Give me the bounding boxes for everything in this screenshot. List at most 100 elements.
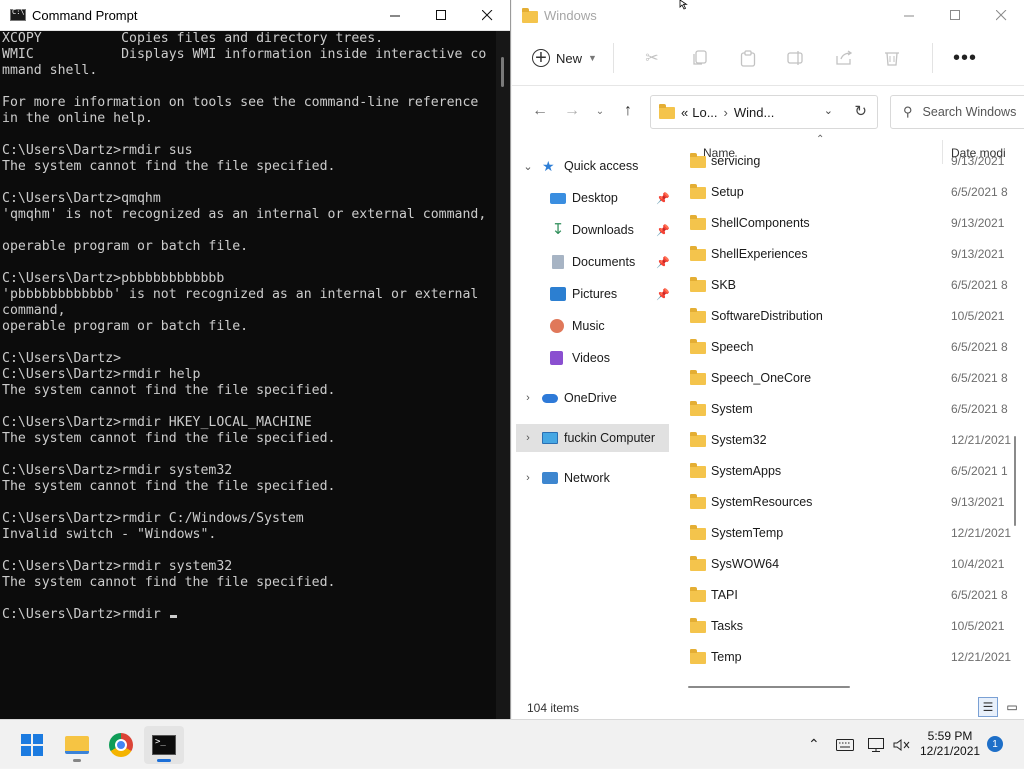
console-line: mmand shell.: [2, 63, 98, 78]
folder-icon: [690, 556, 706, 571]
address-bar[interactable]: « Lo... › Wind... ⌄ ↻: [650, 95, 878, 129]
cloud-icon: [542, 393, 558, 403]
console-line: 'qmqhm' is not recognized as an internal…: [2, 207, 487, 222]
recent-locations-button[interactable]: ⌄: [588, 106, 612, 117]
file-row[interactable]: ShellComponents 9/13/2021: [680, 207, 1024, 238]
taskbar: ⌃ 5:59 PM 12/21/2021 1: [0, 719, 1024, 768]
file-row[interactable]: servicing 9/13/2021: [680, 152, 1024, 176]
nav-item-videos[interactable]: Videos: [550, 344, 670, 372]
pin-icon: 📌: [656, 192, 670, 205]
file-row[interactable]: SoftwareDistribution 10/5/2021: [680, 300, 1024, 331]
cmd-titlebar[interactable]: Command Prompt: [0, 0, 510, 31]
close-icon: [481, 10, 492, 21]
tiles-view-button[interactable]: ▭: [1002, 697, 1022, 717]
file-row[interactable]: SystemTemp 12/21/2021: [680, 517, 1024, 548]
breadcrumb-local-disk[interactable]: Lo...: [692, 105, 717, 120]
console-scrollbar-thumb[interactable]: [501, 57, 504, 87]
file-row[interactable]: TAPI 6/5/2021 8: [680, 579, 1024, 610]
file-row[interactable]: SysWOW64 10/4/2021: [680, 548, 1024, 579]
start-button[interactable]: [12, 726, 52, 764]
music-icon: [550, 319, 564, 333]
horizontal-scrollbar[interactable]: [688, 686, 850, 688]
nav-item-desktop[interactable]: Desktop 📌: [550, 184, 670, 212]
volume-button[interactable]: [893, 720, 911, 769]
explorer-window-title: Windows: [544, 8, 597, 23]
file-row[interactable]: SKB 6/5/2021 8: [680, 269, 1024, 300]
share-button[interactable]: [820, 38, 868, 78]
rename-button[interactable]: [772, 38, 820, 78]
taskbar-command-prompt[interactable]: [144, 726, 184, 764]
notification-badge[interactable]: 1: [987, 736, 1003, 752]
minimize-button[interactable]: [886, 0, 932, 31]
nav-item-music[interactable]: Music: [550, 312, 670, 340]
toolbar-divider: [612, 43, 614, 73]
download-icon: ↧: [551, 221, 565, 238]
details-view-button[interactable]: ☰: [978, 697, 998, 717]
file-row[interactable]: SystemResources 9/13/2021: [680, 486, 1024, 517]
file-date-modified: 6/5/2021 8: [951, 402, 1008, 416]
nav-item-quick-access[interactable]: ⌄ ★ Quick access: [520, 152, 670, 180]
file-row[interactable]: Setup 6/5/2021 8: [680, 176, 1024, 207]
search-input[interactable]: ⚲ Search Windows: [890, 95, 1024, 129]
nav-item-pictures[interactable]: Pictures 📌: [550, 280, 670, 308]
back-button[interactable]: ←: [524, 102, 556, 120]
search-placeholder: Search Windows: [922, 105, 1017, 119]
more-options-button[interactable]: •••: [953, 47, 977, 70]
nav-item-downloads[interactable]: ↧ Downloads 📌: [550, 216, 670, 244]
file-row[interactable]: Tasks 10/5/2021: [680, 610, 1024, 641]
paste-button[interactable]: [724, 38, 772, 78]
new-button[interactable]: + New ▼: [532, 48, 597, 68]
file-date-modified: 10/5/2021: [951, 619, 1005, 633]
forward-button[interactable]: →: [556, 102, 588, 120]
refresh-button[interactable]: ↻: [854, 102, 867, 120]
file-row[interactable]: System32 12/21/2021: [680, 424, 1024, 455]
cut-button[interactable]: ✂: [628, 38, 676, 78]
console-line: command,: [2, 303, 66, 318]
nav-item-onedrive[interactable]: › OneDrive: [520, 384, 670, 412]
nav-item-documents[interactable]: Documents 📌: [550, 248, 670, 276]
maximize-button[interactable]: [418, 0, 464, 31]
up-button[interactable]: ↑: [612, 102, 644, 120]
file-row[interactable]: Speech 6/5/2021 8: [680, 331, 1024, 362]
command-prompt-window[interactable]: Command Prompt XCOPY Copies files and di…: [0, 0, 511, 719]
file-row[interactable]: SystemApps 6/5/2021 1: [680, 455, 1024, 486]
taskbar-chrome[interactable]: [101, 726, 141, 764]
explorer-titlebar[interactable]: Windows: [512, 0, 1024, 31]
delete-button[interactable]: [868, 38, 916, 78]
close-button[interactable]: [978, 0, 1024, 31]
file-row[interactable]: System 6/5/2021 8: [680, 393, 1024, 424]
console-line: C:\Users\Dartz>: [2, 351, 122, 366]
vertical-scrollbar[interactable]: [1014, 436, 1016, 526]
file-date-modified: 10/5/2021: [951, 309, 1005, 323]
folder-icon: [690, 308, 706, 323]
chevron-down-icon: ⌄: [595, 105, 605, 117]
nav-item-network[interactable]: › Network: [520, 464, 670, 492]
console-prompt-line[interactable]: C:\Users\Dartz>rmdir: [2, 607, 497, 623]
file-row[interactable]: Temp 12/21/2021: [680, 641, 1024, 672]
folder-icon: [659, 104, 675, 119]
file-row[interactable]: ShellExperiences 9/13/2021: [680, 238, 1024, 269]
nav-item-this-pc[interactable]: › fuckin Computer: [516, 424, 669, 452]
address-overflow[interactable]: «: [681, 105, 688, 120]
minimize-button[interactable]: [372, 0, 418, 31]
network-status-button[interactable]: [868, 720, 884, 769]
show-hidden-icons-button[interactable]: ⌃: [808, 720, 820, 769]
arrow-right-icon: →: [564, 102, 580, 119]
nav-label: Downloads: [572, 223, 634, 237]
console-line: The system cannot find the file specifie…: [2, 159, 336, 174]
maximize-button[interactable]: [932, 0, 978, 31]
file-row[interactable]: Speech_OneCore 6/5/2021 8: [680, 362, 1024, 393]
file-date-modified: 9/13/2021: [951, 247, 1005, 261]
address-dropdown-button[interactable]: ⌄: [824, 104, 833, 117]
taskbar-file-explorer[interactable]: [57, 726, 97, 764]
pin-icon: 📌: [656, 224, 670, 237]
keyboard-button[interactable]: [836, 720, 854, 769]
copy-button[interactable]: [676, 38, 724, 78]
nav-label: Desktop: [572, 191, 618, 205]
console-output[interactable]: XCOPY Copies files and directory trees. W…: [0, 31, 497, 719]
console-scrollbar[interactable]: [496, 31, 510, 719]
new-button-label: New: [556, 50, 583, 66]
breadcrumb-windows[interactable]: Wind...: [734, 105, 774, 120]
close-button[interactable]: [464, 0, 510, 31]
clock[interactable]: 5:59 PM 12/21/2021: [920, 729, 980, 759]
